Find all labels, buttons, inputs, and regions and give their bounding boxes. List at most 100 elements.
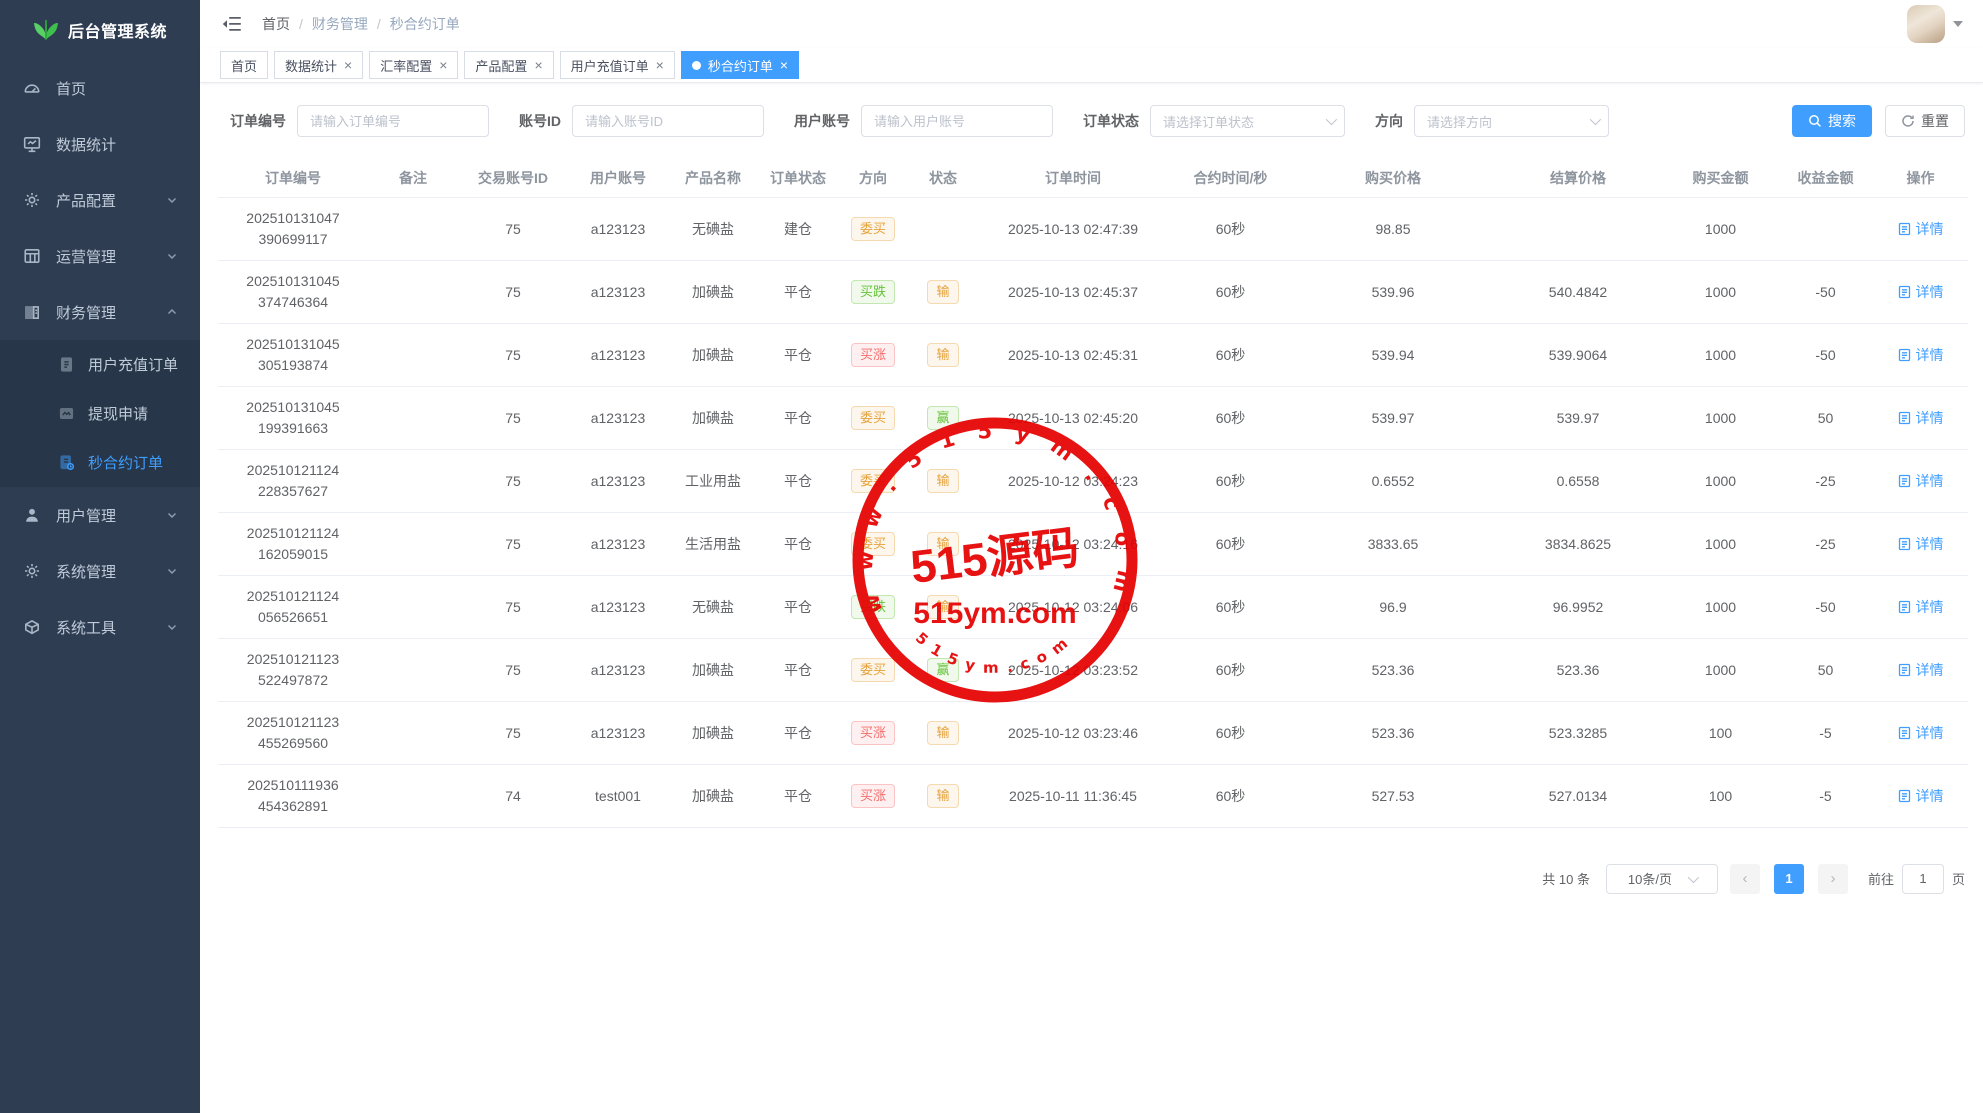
column-header: 操作 xyxy=(1873,159,1968,197)
grid-icon xyxy=(22,246,42,266)
direction-select[interactable]: 请选择方向 xyxy=(1414,105,1609,137)
prev-page-button[interactable]: ‹ xyxy=(1730,864,1760,894)
detail-link-label: 详情 xyxy=(1916,723,1944,743)
order-no-cell: 202510121124 228357627 xyxy=(218,449,368,512)
order-status-cell: 平仓 xyxy=(758,701,838,764)
sidebar-item-home[interactable]: 首页 xyxy=(0,60,200,116)
tab-stats[interactable]: 数据统计 × xyxy=(274,51,363,79)
page-size-select[interactable]: 10条/页 xyxy=(1606,864,1718,894)
tab-home[interactable]: 首页 xyxy=(220,51,268,79)
order-no-cell: 202510121123 455269560 xyxy=(218,701,368,764)
breadcrumb-finance[interactable]: 财务管理 xyxy=(312,14,368,34)
direction-badge: 委买 xyxy=(851,406,895,430)
column-header: 收益金额 xyxy=(1778,159,1873,197)
settle-price-cell: 539.9064 xyxy=(1493,323,1663,386)
next-page-button[interactable]: › xyxy=(1818,864,1848,894)
product-cell: 无碘盐 xyxy=(668,575,758,638)
filter-order-status: 订单状态 请选择订单状态 xyxy=(1083,105,1345,137)
detail-link[interactable]: 详情 xyxy=(1898,786,1944,806)
column-header: 用户账号 xyxy=(568,159,668,197)
account-id-input[interactable] xyxy=(572,105,764,137)
amount-cell: 100 xyxy=(1663,701,1778,764)
remark-cell xyxy=(368,638,458,701)
trade-id-cell: 75 xyxy=(458,638,568,701)
sidebar-item-operation[interactable]: 运营管理 xyxy=(0,228,200,284)
sidebar-item-label: 系统管理 xyxy=(56,561,166,582)
sidebar-item-finance[interactable]: 财务管理 xyxy=(0,284,200,340)
filter-user-account: 用户账号 xyxy=(794,105,1053,137)
reset-button[interactable]: 重置 xyxy=(1885,105,1965,137)
detail-link[interactable]: 详情 xyxy=(1898,534,1944,554)
avatar[interactable] xyxy=(1907,5,1945,43)
direction-cell: 委买 xyxy=(838,512,908,575)
close-icon[interactable]: × xyxy=(780,58,788,72)
sidebar-item-product-config[interactable]: 产品配置 xyxy=(0,172,200,228)
close-icon[interactable]: × xyxy=(439,58,447,72)
table-header: 订单编号 备注 交易账号ID 用户账号 产品名称 订单状态 方向 状态 订单时间… xyxy=(218,159,1968,197)
close-icon[interactable]: × xyxy=(344,58,352,72)
toolbox-icon xyxy=(22,617,42,637)
close-icon[interactable]: × xyxy=(656,58,664,72)
orders-table: 订单编号 备注 交易账号ID 用户账号 产品名称 订单状态 方向 状态 订单时间… xyxy=(218,159,1968,828)
search-button[interactable]: 搜索 xyxy=(1792,105,1872,137)
detail-link-label: 详情 xyxy=(1916,786,1944,806)
goto-page-input[interactable] xyxy=(1902,864,1944,894)
detail-link[interactable]: 详情 xyxy=(1898,408,1944,428)
detail-link[interactable]: 详情 xyxy=(1898,597,1944,617)
result-cell: 赢 xyxy=(908,638,978,701)
detail-link[interactable]: 详情 xyxy=(1898,219,1944,239)
tab-exchange-rate[interactable]: 汇率配置 × xyxy=(369,51,458,79)
user-menu[interactable] xyxy=(1907,5,1963,43)
total-count: 共 10 条 xyxy=(1542,869,1590,888)
product-cell: 加碘盐 xyxy=(668,764,758,827)
tab-product-config[interactable]: 产品配置 × xyxy=(464,51,553,79)
document-icon xyxy=(1898,411,1911,425)
user-account-cell: a123123 xyxy=(568,701,668,764)
detail-link[interactable]: 详情 xyxy=(1898,345,1944,365)
sidebar-collapse-icon[interactable] xyxy=(222,15,242,33)
order-time-cell: 2025-10-13 02:45:20 xyxy=(978,386,1168,449)
sidebar-item-withdraw-requests[interactable]: 提现申请 xyxy=(0,389,200,438)
detail-link-label: 详情 xyxy=(1916,345,1944,365)
order-no-cell: 202510131045 374746364 xyxy=(218,260,368,323)
detail-link[interactable]: 详情 xyxy=(1898,282,1944,302)
app-logo: 后台管理系统 xyxy=(0,0,200,60)
tab-contract-orders[interactable]: 秒合约订单 × xyxy=(681,51,799,79)
close-icon[interactable]: × xyxy=(534,58,542,72)
sidebar-item-stats[interactable]: 数据统计 xyxy=(0,116,200,172)
detail-link[interactable]: 详情 xyxy=(1898,660,1944,680)
direction-badge: 委买 xyxy=(851,532,895,556)
user-account-input[interactable] xyxy=(861,105,1053,137)
duration-cell: 60秒 xyxy=(1168,764,1293,827)
sidebar-item-tools[interactable]: 系统工具 xyxy=(0,599,200,655)
direction-badge: 买跌 xyxy=(851,595,895,619)
detail-link-label: 详情 xyxy=(1916,408,1944,428)
sidebar-item-users[interactable]: 用户管理 xyxy=(0,487,200,543)
chevron-down-icon xyxy=(1688,871,1699,882)
breadcrumb-home[interactable]: 首页 xyxy=(262,14,290,34)
refresh-icon xyxy=(1901,114,1915,128)
order-no-input[interactable] xyxy=(297,105,489,137)
gear-icon xyxy=(22,190,42,210)
page-number-button[interactable]: 1 xyxy=(1774,864,1804,894)
product-cell: 加碘盐 xyxy=(668,386,758,449)
order-time-cell: 2025-10-13 02:47:39 xyxy=(978,197,1168,260)
detail-link-label: 详情 xyxy=(1916,660,1944,680)
sidebar-item-label: 提现申请 xyxy=(88,403,200,424)
product-cell: 加碘盐 xyxy=(668,701,758,764)
sidebar-item-contract-orders[interactable]: 秒合约订单 xyxy=(0,438,200,487)
tab-recharge-orders[interactable]: 用户充值订单 × xyxy=(560,51,675,79)
order-status-select[interactable]: 请选择订单状态 xyxy=(1150,105,1345,137)
document-icon xyxy=(1898,222,1911,236)
sidebar-menu: 首页 数据统计 产品配置 xyxy=(0,60,200,655)
sidebar-item-recharge-orders[interactable]: 用户充值订单 xyxy=(0,340,200,389)
detail-link[interactable]: 详情 xyxy=(1898,723,1944,743)
amount-cell: 1000 xyxy=(1663,197,1778,260)
user-account-cell: a123123 xyxy=(568,638,668,701)
duration-cell: 60秒 xyxy=(1168,323,1293,386)
settle-price-cell: 3834.8625 xyxy=(1493,512,1663,575)
detail-link[interactable]: 详情 xyxy=(1898,471,1944,491)
table-row: 202510121124 228357627 75 a123123 工业用盐 平… xyxy=(218,449,1968,512)
direction-cell: 委买 xyxy=(838,449,908,512)
sidebar-item-system[interactable]: 系统管理 xyxy=(0,543,200,599)
